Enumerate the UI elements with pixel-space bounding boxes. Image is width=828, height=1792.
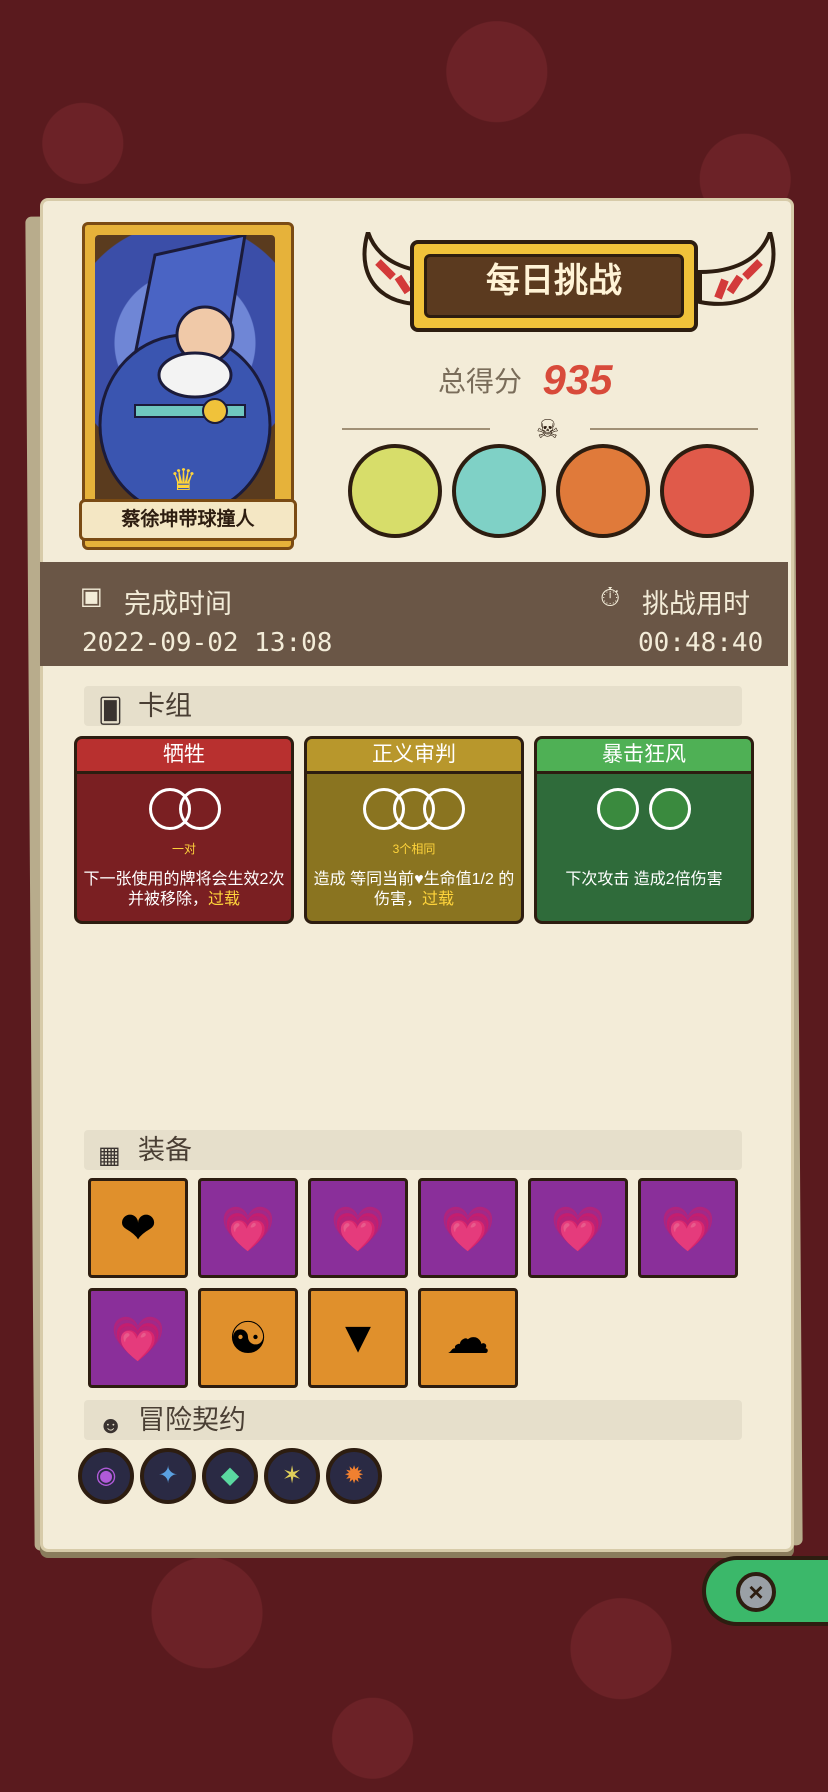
heart-chest-icon[interactable]: ❤ <box>88 1178 188 1278</box>
deck-card-justice[interactable]: 正义审判 3个相同 造成 等同当前♥生命值1/2 的伤害，过载 <box>304 736 524 924</box>
deck-section-header: 🂠 卡组 <box>84 686 742 726</box>
heart-amulet-icon[interactable]: 💗 <box>418 1178 518 1278</box>
finish-time-label: 完成时间 <box>124 589 232 619</box>
watermelon-orb-icon <box>649 788 691 830</box>
serpent-boss-icon[interactable] <box>556 444 650 538</box>
triangle-rune-icon[interactable]: ▼ <box>308 1288 408 1388</box>
blue-mushroom-icon[interactable]: ☁ <box>418 1288 518 1388</box>
deck-card-desc: 下次攻击 造成2倍伤害 <box>565 871 723 888</box>
box-icon: ▦ <box>98 1142 121 1169</box>
dinosaur-skeleton-boss-icon[interactable] <box>348 444 442 538</box>
score-value: 935 <box>542 356 613 403</box>
deck-section-title: 卡组 <box>138 691 192 721</box>
heart-amulet-icon[interactable]: 💗 <box>308 1178 408 1278</box>
score-label: 总得分 <box>438 366 523 397</box>
film-icon: ▣ <box>80 583 103 610</box>
divider-right <box>590 428 758 430</box>
title-banner: 每日挑战 <box>410 240 698 332</box>
deck-card-title: 牺牲 <box>77 739 291 774</box>
yin-yang-orb-icon[interactable]: ☯ <box>198 1288 298 1388</box>
deck-card-sacrifice[interactable]: 牺牲 一对 下一张使用的牌将会生效2次并被移除，过载 <box>74 736 294 924</box>
watermelon-orb-icon <box>597 788 639 830</box>
heart-amulet-icon[interactable]: 💗 <box>198 1178 298 1278</box>
equipment-section-header: ▦ 装备 <box>84 1130 742 1170</box>
divider-left <box>342 428 490 430</box>
deck-card-sub: 3个相同 <box>392 842 436 856</box>
score-row: 总得分 935 <box>438 356 613 406</box>
close-button[interactable]: × <box>702 1556 828 1626</box>
heart-amulet-icon[interactable]: 💗 <box>88 1288 188 1388</box>
person-icon: ☻ <box>98 1412 124 1439</box>
green-beast-boss-icon[interactable] <box>452 444 546 538</box>
blue-claw-contract-icon[interactable]: ✦ <box>140 1448 196 1504</box>
deck-card-title: 正义审判 <box>307 739 521 774</box>
green-crystal-contract-icon[interactable]: ◆ <box>202 1448 258 1504</box>
crown-icon: ♛ <box>170 464 197 497</box>
stopwatch-icon: ⏱ <box>600 582 621 612</box>
finish-time-value: 2022-09-02 13:08 <box>82 628 333 658</box>
orange-flame-contract-icon[interactable]: ✹ <box>326 1448 382 1504</box>
contracts-section-title: 冒险契约 <box>138 1405 246 1435</box>
deck-card-crit-wind[interactable]: 暴击狂风 下次攻击 造成2倍伤害 <box>534 736 754 924</box>
duration-label: 挑战用时 <box>642 589 750 619</box>
close-icon: × <box>736 1572 776 1612</box>
hero-card[interactable]: ♛ 蔡徐坤带球撞人 <box>79 222 297 550</box>
right-horn-icon <box>698 232 776 306</box>
cards-icon: 🂠 <box>98 698 123 725</box>
equipment-section-title: 装备 <box>138 1135 192 1165</box>
info-bar: ▣ 完成时间 2022-09-02 13:08 ⏱ 挑战用时 00:48:40 <box>40 562 788 666</box>
purple-eye-contract-icon[interactable]: ◉ <box>78 1448 134 1504</box>
purple-star-contract-icon[interactable]: ✶ <box>264 1448 320 1504</box>
hero-name: 蔡徐坤带球撞人 <box>79 499 297 541</box>
contracts-section-header: ☻ 冒险契约 <box>84 1400 742 1440</box>
deck-card-sub: 一对 <box>171 842 196 856</box>
orb-icon <box>179 788 221 830</box>
deck-card-desc: 造成 等同当前♥生命值1/2 的伤害，过载 <box>313 871 515 908</box>
skull-icon: ☠ <box>536 414 560 444</box>
heart-amulet-icon[interactable]: 💗 <box>528 1178 628 1278</box>
page-title: 每日挑战 <box>424 254 684 318</box>
deck-card-title: 暴击狂风 <box>537 739 751 774</box>
red-mask-boss-icon[interactable] <box>660 444 754 538</box>
orb-icon <box>423 788 465 830</box>
deck-card-desc: 下一张使用的牌将会生效2次并被移除，过载 <box>83 871 285 908</box>
heart-amulet-icon[interactable]: 💗 <box>638 1178 738 1278</box>
duration-value: 00:48:40 <box>638 628 764 658</box>
